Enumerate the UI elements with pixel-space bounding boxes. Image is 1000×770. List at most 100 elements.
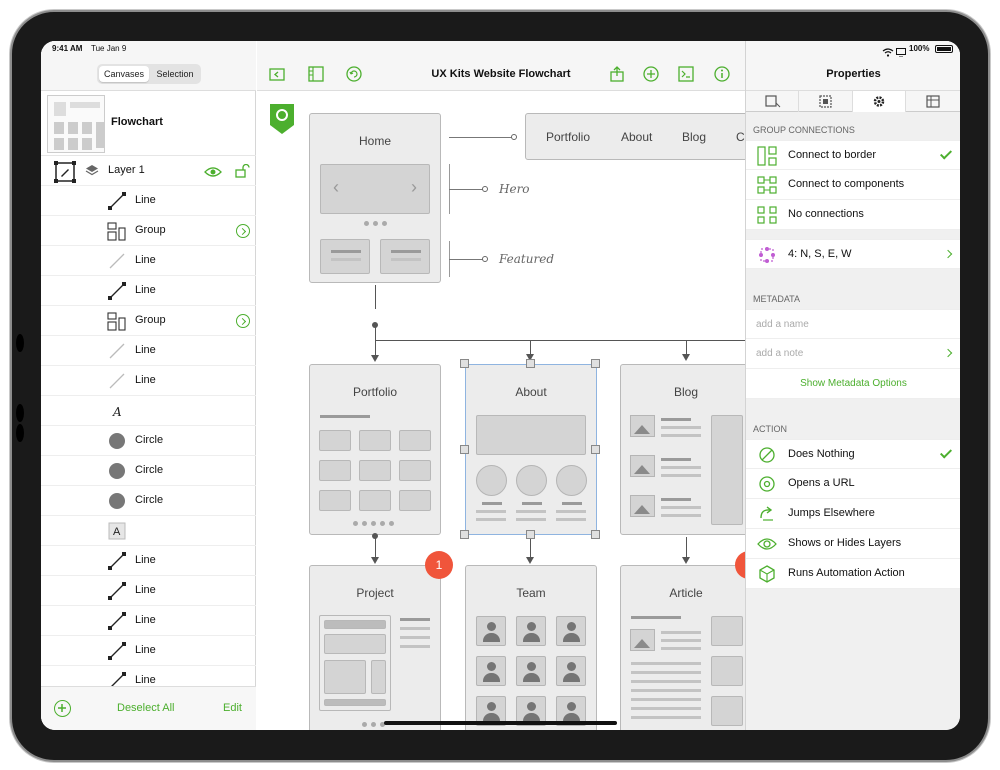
pager-dot — [371, 521, 376, 526]
action-option[interactable]: Runs Automation Action — [746, 559, 960, 589]
canvas-row[interactable]: Flowchart — [41, 92, 256, 156]
layer-item-line[interactable]: Line — [41, 636, 256, 666]
action-option[interactable]: Opens a URL — [746, 469, 960, 499]
layer-item-line[interactable]: Line — [41, 606, 256, 636]
info-icon[interactable] — [714, 66, 730, 82]
connection-option[interactable]: Connect to components — [746, 170, 960, 200]
layer-item-label: Line — [135, 374, 156, 386]
layer-row[interactable]: Layer 1 — [41, 156, 256, 186]
layer-item-circle[interactable]: Circle — [41, 426, 256, 456]
share-icon[interactable] — [609, 66, 625, 82]
tab-object-inspector[interactable] — [800, 91, 853, 112]
resize-handle[interactable] — [591, 359, 600, 368]
note-field[interactable]: add a note — [756, 348, 803, 359]
no-action-icon — [757, 445, 777, 465]
group-icon — [107, 221, 127, 241]
resize-handle[interactable] — [591, 530, 600, 539]
layer-item-line[interactable]: Line — [41, 366, 256, 396]
text-bar — [661, 434, 701, 437]
arrow-head — [526, 557, 534, 564]
layer-item-group[interactable]: Group — [41, 306, 256, 336]
blog-card[interactable]: Blog — [620, 364, 745, 535]
article-card-title: Article — [669, 586, 703, 600]
layer-item-line[interactable]: Line — [41, 246, 256, 276]
console-icon[interactable] — [678, 66, 694, 82]
tab-canvas-inspector[interactable] — [907, 91, 960, 112]
layer-item-group[interactable]: Group — [41, 216, 256, 246]
show-metadata-options-button[interactable]: Show Metadata Options — [746, 378, 960, 389]
project-card[interactable]: Project — [309, 565, 441, 730]
nav-bar-card[interactable]: Portfolio About Blog C — [525, 113, 745, 160]
resize-handle[interactable] — [526, 359, 535, 368]
action-option-label: Shows or Hides Layers — [788, 537, 902, 549]
about-card[interactable]: About — [465, 364, 597, 535]
connector-line — [449, 189, 484, 190]
tab-canvases[interactable]: Canvases — [99, 66, 149, 82]
resize-handle[interactable] — [460, 445, 469, 454]
edit-button[interactable]: Edit — [223, 702, 242, 714]
battery-percent: 100% — [909, 44, 930, 53]
layer-item-line[interactable]: Line — [41, 336, 256, 366]
name-field-row[interactable]: add a name — [746, 309, 960, 339]
add-shape-icon[interactable] — [643, 66, 659, 82]
metadata-options-row[interactable]: Show Metadata Options — [746, 369, 960, 399]
flowchart-canvas[interactable]: Home ‹ › Hero Featured Portfolio About B… — [257, 91, 745, 730]
layer-item-text[interactable]: A — [41, 516, 256, 546]
layer-item-text[interactable]: A — [41, 396, 256, 426]
action-option[interactable]: Does Nothing — [746, 439, 960, 469]
portfolio-card-title: Portfolio — [352, 385, 398, 399]
connector-line — [449, 259, 484, 260]
resize-handle[interactable] — [460, 530, 469, 539]
visibility-eye-icon[interactable] — [204, 165, 222, 177]
action-option-label: Does Nothing — [788, 448, 855, 460]
resize-handle[interactable] — [591, 445, 600, 454]
action-option[interactable]: Shows or Hides Layers — [746, 529, 960, 559]
chevron-right-icon — [943, 348, 953, 358]
home-card[interactable]: Home ‹ › — [309, 113, 441, 283]
add-plus-icon[interactable] — [54, 700, 71, 717]
article-card[interactable]: Article — [620, 565, 745, 730]
featured-bar — [391, 258, 421, 261]
connection-option[interactable]: Connect to border — [746, 140, 960, 170]
unlock-icon[interactable] — [234, 163, 250, 178]
text-bar — [631, 698, 701, 701]
circle-icon — [107, 431, 127, 451]
team-card[interactable]: Team — [465, 565, 597, 730]
text-bar — [400, 618, 430, 621]
action-option[interactable]: Jumps Elsewhere — [746, 499, 960, 529]
sidebar-header: 9:41 AM Tue Jan 9 Canvases Selection — [41, 41, 256, 91]
text-bar — [661, 639, 701, 642]
layer-item-line[interactable]: Line — [41, 576, 256, 606]
portfolio-card[interactable]: Portfolio — [309, 364, 441, 535]
location-marker-icon[interactable] — [269, 103, 295, 135]
disclosure-chevron-icon[interactable] — [236, 224, 250, 238]
layer-item-line[interactable]: Line — [41, 276, 256, 306]
layer-item-circle[interactable]: Circle — [41, 486, 256, 516]
layer-item-line[interactable]: Line — [41, 186, 256, 216]
tab-style-inspector[interactable] — [746, 91, 799, 112]
resize-handle[interactable] — [460, 359, 469, 368]
layer-item-label: Line — [135, 254, 156, 266]
comment-badge[interactable]: 1 — [425, 551, 453, 579]
eye-icon — [757, 534, 777, 554]
text-bar — [516, 510, 546, 513]
deselect-all-button[interactable]: Deselect All — [117, 702, 174, 714]
tab-selection[interactable]: Selection — [151, 66, 199, 82]
text-bar — [661, 458, 691, 461]
connection-option[interactable]: No connections — [746, 200, 960, 230]
name-field[interactable]: add a name — [756, 319, 809, 330]
chevron-right-icon — [943, 249, 953, 259]
resize-handle[interactable] — [526, 530, 535, 539]
svg-text:A: A — [112, 405, 122, 419]
disclosure-chevron-icon[interactable] — [236, 314, 250, 328]
magnets-row[interactable]: 4: N, S, E, W — [746, 239, 960, 269]
note-field-row[interactable]: add a note — [746, 339, 960, 369]
layer-item-line[interactable]: Line — [41, 546, 256, 576]
project-footer — [324, 699, 386, 706]
tab-properties-gear[interactable] — [853, 91, 906, 112]
text-bar — [661, 647, 701, 650]
layer-item-circle[interactable]: Circle — [41, 456, 256, 486]
layer-edit-icon[interactable] — [54, 161, 76, 183]
properties-panel: 100% Properties GROUP CONNECTIONS Connec… — [745, 41, 960, 730]
project-image — [324, 660, 366, 694]
